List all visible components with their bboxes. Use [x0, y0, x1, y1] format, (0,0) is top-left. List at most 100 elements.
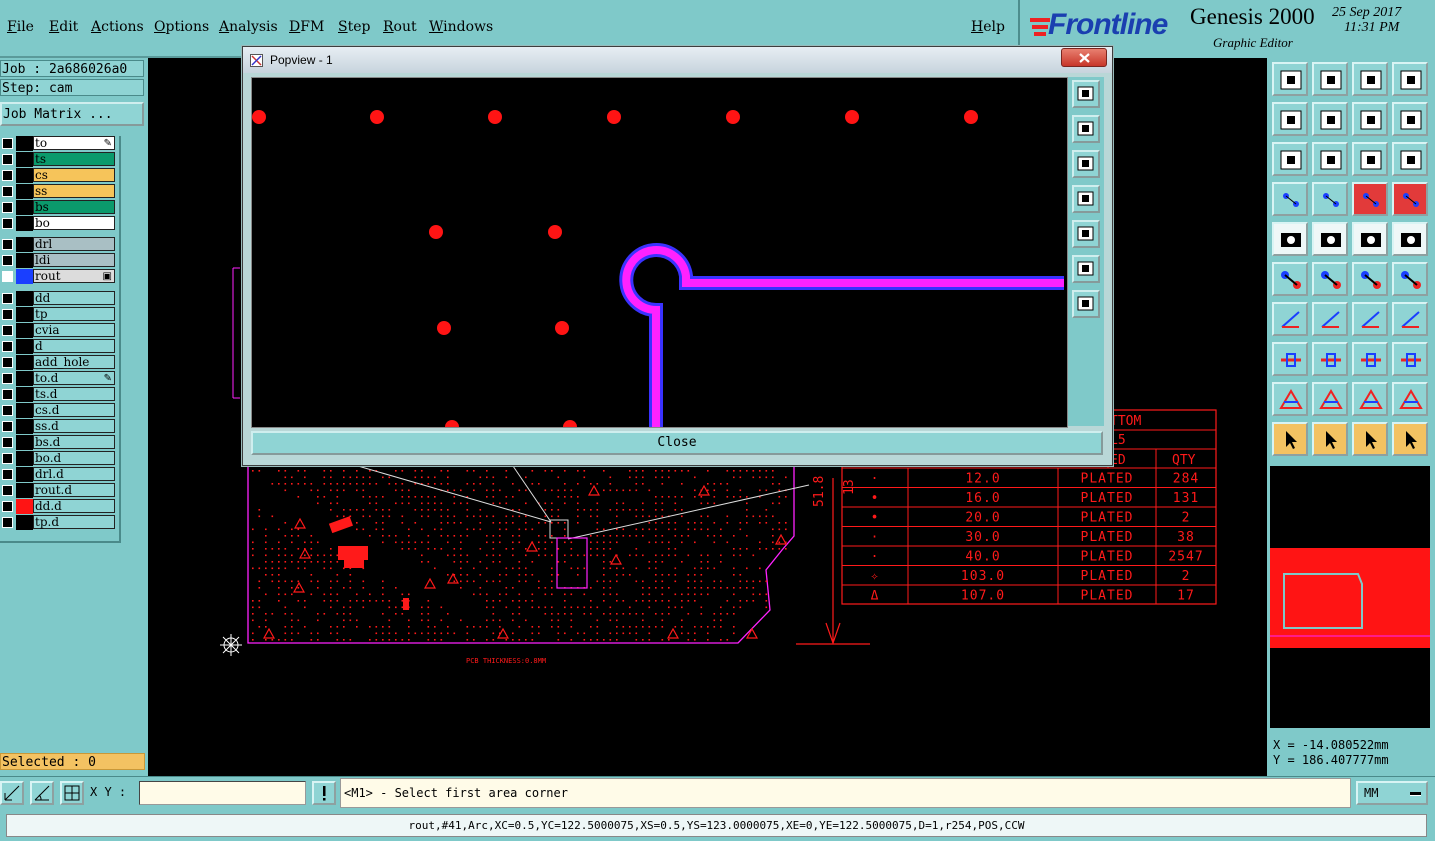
tool-tri-d-button[interactable] [1392, 382, 1428, 416]
layer-color-swatch[interactable] [16, 467, 33, 482]
layer-row-ts[interactable]: ts [0, 152, 116, 167]
layer-color-swatch[interactable] [16, 403, 33, 418]
layer-name[interactable]: bs.d [33, 435, 115, 449]
tool-tri-c-button[interactable] [1352, 382, 1388, 416]
tool-layer-red2-button[interactable] [1392, 182, 1428, 216]
layer-checkbox[interactable] [2, 341, 13, 352]
layer-color-swatch[interactable] [16, 515, 33, 530]
layer-name[interactable]: dd [33, 291, 115, 305]
menu-windows[interactable]: Windows [429, 19, 493, 35]
layer-row-bo-d[interactable]: bo.d [0, 451, 116, 466]
layer-row-dd[interactable]: dd [0, 291, 116, 306]
layer-name[interactable]: bo [33, 216, 115, 230]
popview-pan-up-button[interactable] [1072, 115, 1100, 143]
layer-row-ss[interactable]: ss [0, 184, 116, 199]
layer-color-swatch[interactable] [16, 499, 33, 514]
layer-name[interactable]: ss [33, 184, 115, 198]
layer-checkbox[interactable] [2, 421, 13, 432]
measure-button[interactable] [30, 781, 54, 805]
units-selector[interactable]: MM [1356, 781, 1428, 805]
layer-checkbox[interactable] [2, 437, 13, 448]
layer-name[interactable]: rout.d [33, 483, 115, 497]
layer-name[interactable]: tp [33, 307, 115, 321]
tool-add-line-button[interactable] [1312, 342, 1348, 376]
layer-row-to-d[interactable]: to.d ✎ [0, 371, 116, 386]
layer-row-rout[interactable]: rout ▣ [0, 269, 116, 284]
tool-pad-button[interactable] [1392, 222, 1428, 256]
tool-pointer-alt-button[interactable] [1352, 422, 1388, 456]
menu-actions[interactable]: Actions [91, 19, 144, 35]
alert-button[interactable] [312, 781, 336, 805]
menu-help[interactable]: Help [971, 19, 1005, 35]
layer-checkbox[interactable] [2, 271, 13, 282]
layer-checkbox[interactable] [2, 138, 13, 149]
layer-row-bo[interactable]: bo [0, 216, 116, 231]
tool-load-button[interactable] [1312, 62, 1348, 96]
tool-pan-right-button[interactable] [1312, 102, 1348, 136]
layer-checkbox[interactable] [2, 517, 13, 528]
layer-checkbox[interactable] [2, 293, 13, 304]
tool-select-button[interactable] [1272, 222, 1308, 256]
menu-dfm[interactable]: DFM [289, 19, 324, 35]
overview-map[interactable] [1270, 466, 1430, 728]
popview-zoom-fit-button[interactable] [1072, 80, 1100, 108]
layer-color-swatch[interactable] [16, 152, 33, 167]
layer-name[interactable]: bs [33, 200, 115, 214]
layer-checkbox[interactable] [2, 485, 13, 496]
menu-analysis[interactable]: Analysis [219, 19, 278, 35]
layer-row-tp-d[interactable]: tp.d [0, 515, 116, 530]
layer-name[interactable]: ldi [33, 253, 115, 267]
popview-pan-left-button[interactable] [1072, 185, 1100, 213]
xy-input[interactable] [139, 781, 306, 805]
tool-add-box-button[interactable] [1352, 342, 1388, 376]
layer-name[interactable]: add_hole [33, 355, 115, 369]
layer-checkbox[interactable] [2, 389, 13, 400]
tool-angle-button[interactable] [1272, 302, 1308, 336]
layer-color-swatch[interactable] [16, 253, 33, 268]
layer-checkbox[interactable] [2, 170, 13, 181]
layer-row-rout-d[interactable]: rout.d [0, 483, 116, 498]
layer-checkbox[interactable] [2, 255, 13, 266]
layer-checkbox[interactable] [2, 309, 13, 320]
tool-home-button[interactable] [1352, 62, 1388, 96]
layer-color-swatch[interactable] [16, 323, 33, 338]
layer-row-drl[interactable]: drl [0, 237, 116, 252]
popview-close-button[interactable]: Close [251, 431, 1103, 455]
tool-link-button[interactable] [1392, 262, 1428, 296]
layer-row-ldi[interactable]: ldi [0, 253, 116, 268]
layer-color-swatch[interactable] [16, 371, 33, 386]
layer-color-swatch[interactable] [16, 291, 33, 306]
layer-checkbox[interactable] [2, 154, 13, 165]
layer-color-swatch[interactable] [16, 184, 33, 199]
layer-row-cs[interactable]: cs [0, 168, 116, 183]
tool-zoom-center-button[interactable] [1312, 142, 1348, 176]
layer-color-swatch[interactable] [16, 355, 33, 370]
layer-color-swatch[interactable] [16, 200, 33, 215]
popview-pan-right-button[interactable] [1072, 220, 1100, 248]
layer-checkbox[interactable] [2, 218, 13, 229]
layer-name[interactable]: dd.d [33, 499, 115, 513]
layer-color-swatch[interactable] [16, 451, 33, 466]
layer-row-dd-d[interactable]: dd.d [0, 499, 116, 514]
tool-move-button[interactable] [1352, 262, 1388, 296]
tool-rotate-button[interactable] [1352, 302, 1388, 336]
window-close-button[interactable] [1061, 48, 1107, 67]
layer-row-bs[interactable]: bs [0, 200, 116, 215]
tool-ruler-button[interactable] [1352, 222, 1388, 256]
layer-name[interactable]: tp.d [33, 515, 115, 529]
tool-zoom-fit-button[interactable] [1272, 142, 1308, 176]
layer-name[interactable]: ts [33, 152, 115, 166]
menu-file[interactable]: File [7, 19, 34, 35]
layer-checkbox[interactable] [2, 501, 13, 512]
tool-cross-button[interactable] [1312, 262, 1348, 296]
tool-copy-button[interactable] [1392, 342, 1428, 376]
layer-row-to[interactable]: to ✎ [0, 136, 116, 151]
layer-row-drl-d[interactable]: drl.d [0, 467, 116, 482]
layer-row-ts-d[interactable]: ts.d [0, 387, 116, 402]
layer-color-swatch[interactable] [16, 435, 33, 450]
tool-tri-b-button[interactable] [1312, 382, 1348, 416]
layer-name[interactable]: drl.d [33, 467, 115, 481]
layer-color-swatch[interactable] [16, 387, 33, 402]
menu-rout[interactable]: Rout [383, 19, 417, 35]
layer-checkbox[interactable] [2, 239, 13, 250]
